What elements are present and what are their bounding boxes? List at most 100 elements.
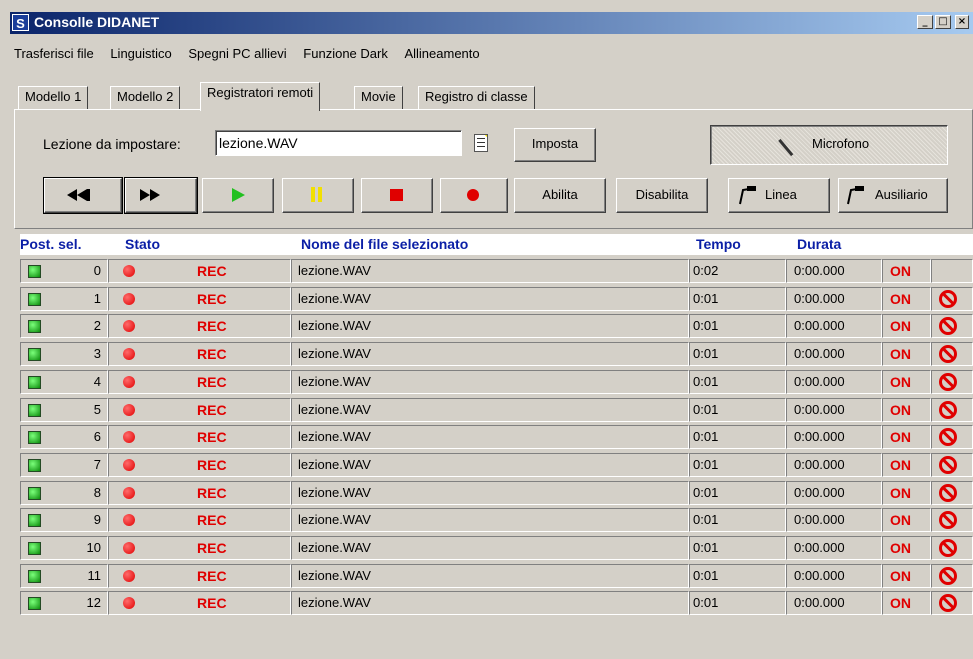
prohibited-icon[interactable] [939, 455, 957, 474]
cell-filename: lezione.WAV [291, 591, 689, 616]
tab-modello-1[interactable]: Modello 1 [18, 86, 89, 110]
cell-block[interactable] [931, 259, 973, 283]
table-row[interactable]: 9 REC lezione.WAV 0:01 0:00.000 ON [20, 506, 973, 533]
duration-value: 0:00.000 [794, 540, 845, 555]
cell-post[interactable]: 4 [20, 369, 108, 394]
table-row[interactable]: 2 REC lezione.WAV 0:01 0:00.000 ON [20, 312, 973, 339]
prohibited-icon[interactable] [939, 345, 957, 364]
table-row[interactable]: 5 REC lezione.WAV 0:01 0:00.000 ON [20, 396, 973, 423]
header-stato[interactable]: Stato [125, 236, 160, 252]
cell-on[interactable]: ON [882, 286, 931, 311]
header-durata[interactable]: Durata [797, 236, 841, 252]
prohibited-icon[interactable] [939, 317, 957, 336]
cell-post[interactable]: 5 [20, 397, 108, 422]
cell-block[interactable] [931, 536, 973, 560]
table-row[interactable]: 6 REC lezione.WAV 0:01 0:00.000 ON [20, 423, 973, 450]
prohibited-icon[interactable] [939, 539, 957, 557]
table-row[interactable]: 0 REC lezione.WAV 0:02 0:00.000 ON [20, 257, 973, 284]
cell-block[interactable] [931, 397, 973, 422]
tab-registro-di-classe[interactable]: Registro di classe [418, 86, 535, 110]
cell-post[interactable]: 12 [20, 591, 108, 616]
cell-on[interactable]: ON [882, 259, 931, 283]
enable-button[interactable]: Abilita [514, 178, 606, 213]
cell-block[interactable] [931, 452, 973, 477]
menu-allineamento[interactable]: Allineamento [404, 46, 479, 61]
cell-post[interactable]: 1 [20, 286, 108, 311]
prohibited-icon[interactable] [939, 483, 957, 502]
close-button[interactable]: × [955, 15, 969, 29]
menu-funzione-dark[interactable]: Funzione Dark [303, 46, 388, 61]
cell-block[interactable] [931, 480, 973, 505]
set-lesson-button[interactable]: Imposta [514, 128, 596, 162]
play-button[interactable] [202, 178, 274, 213]
cell-block[interactable] [931, 425, 973, 450]
forward-button[interactable] [124, 177, 198, 214]
prohibited-icon[interactable] [939, 511, 957, 530]
cell-post[interactable]: 10 [20, 536, 108, 560]
cell-block[interactable] [931, 369, 973, 394]
table-row[interactable]: 10 REC lezione.WAV 0:01 0:00.000 ON [20, 534, 973, 561]
menu-trasferisci-file[interactable]: Trasferisci file [14, 46, 94, 61]
rewind-button[interactable] [43, 177, 123, 214]
table-row[interactable]: 8 REC lezione.WAV 0:01 0:00.000 ON [20, 479, 973, 506]
cell-on[interactable]: ON [882, 314, 931, 339]
maximize-button[interactable]: □ [935, 15, 951, 29]
table-row[interactable]: 7 REC lezione.WAV 0:01 0:00.000 ON [20, 451, 973, 478]
menu-linguistico[interactable]: Linguistico [110, 46, 171, 61]
tab-registratori-remoti[interactable]: Registratori remoti [200, 82, 321, 111]
cell-block[interactable] [931, 286, 973, 311]
cell-post[interactable]: 2 [20, 314, 108, 339]
cell-post[interactable]: 6 [20, 425, 108, 450]
prohibited-icon[interactable] [939, 372, 957, 391]
cell-block[interactable] [931, 314, 973, 339]
cell-block[interactable] [931, 342, 973, 367]
cell-on[interactable]: ON [882, 591, 931, 616]
line-input-button[interactable]: Linea [728, 178, 830, 213]
lesson-input[interactable]: lezione.WAV [215, 130, 462, 156]
cell-on[interactable]: ON [882, 480, 931, 505]
tab-movie[interactable]: Movie [354, 86, 403, 110]
prohibited-icon[interactable] [939, 289, 957, 308]
cell-on[interactable]: ON [882, 397, 931, 422]
table-row[interactable]: 12 REC lezione.WAV 0:01 0:00.000 ON [20, 589, 973, 616]
table-row[interactable]: 3 REC lezione.WAV 0:01 0:00.000 ON [20, 340, 973, 367]
cell-on[interactable]: ON [882, 369, 931, 394]
cell-block[interactable] [931, 508, 973, 533]
prohibited-icon[interactable] [939, 566, 957, 585]
header-tempo[interactable]: Tempo [696, 236, 741, 252]
microphone-button[interactable]: Microfono [710, 125, 948, 165]
cell-on[interactable]: ON [882, 536, 931, 560]
cell-block[interactable] [931, 591, 973, 616]
browse-file-icon[interactable] [474, 134, 488, 152]
title-bar[interactable]: S Consolle DIDANET _ □ × [10, 12, 973, 34]
aux-input-button[interactable]: Ausiliario [838, 178, 948, 213]
tab-modello-2[interactable]: Modello 2 [110, 86, 181, 110]
cell-post[interactable]: 7 [20, 452, 108, 477]
menu-spegni-pc[interactable]: Spegni PC allievi [188, 46, 286, 61]
cell-block[interactable] [931, 563, 973, 588]
pause-button[interactable] [282, 178, 354, 213]
header-post-sel[interactable]: Post. sel. [20, 236, 81, 252]
table-row[interactable]: 4 REC lezione.WAV 0:01 0:00.000 ON [20, 368, 973, 395]
cell-post[interactable]: 0 [20, 259, 108, 283]
cell-post[interactable]: 3 [20, 342, 108, 367]
record-button[interactable] [440, 178, 508, 213]
cell-on[interactable]: ON [882, 425, 931, 450]
header-nome-file[interactable]: Nome del file selezionato [301, 236, 468, 252]
cell-on[interactable]: ON [882, 452, 931, 477]
cell-on[interactable]: ON [882, 563, 931, 588]
table-row[interactable]: 11 REC lezione.WAV 0:01 0:00.000 ON [20, 562, 973, 589]
minimize-button[interactable]: _ [917, 15, 933, 29]
prohibited-icon[interactable] [939, 400, 957, 419]
cell-post[interactable]: 8 [20, 480, 108, 505]
cell-on[interactable]: ON [882, 342, 931, 367]
stop-button[interactable] [361, 178, 433, 213]
prohibited-icon[interactable] [939, 594, 957, 613]
table-row[interactable]: 1 REC lezione.WAV 0:01 0:00.000 ON [20, 285, 973, 312]
file-name: lezione.WAV [298, 346, 371, 362]
cell-post[interactable]: 11 [20, 563, 108, 588]
disable-button[interactable]: Disabilita [616, 178, 708, 213]
prohibited-icon[interactable] [939, 428, 957, 447]
cell-on[interactable]: ON [882, 508, 931, 533]
cell-post[interactable]: 9 [20, 508, 108, 533]
